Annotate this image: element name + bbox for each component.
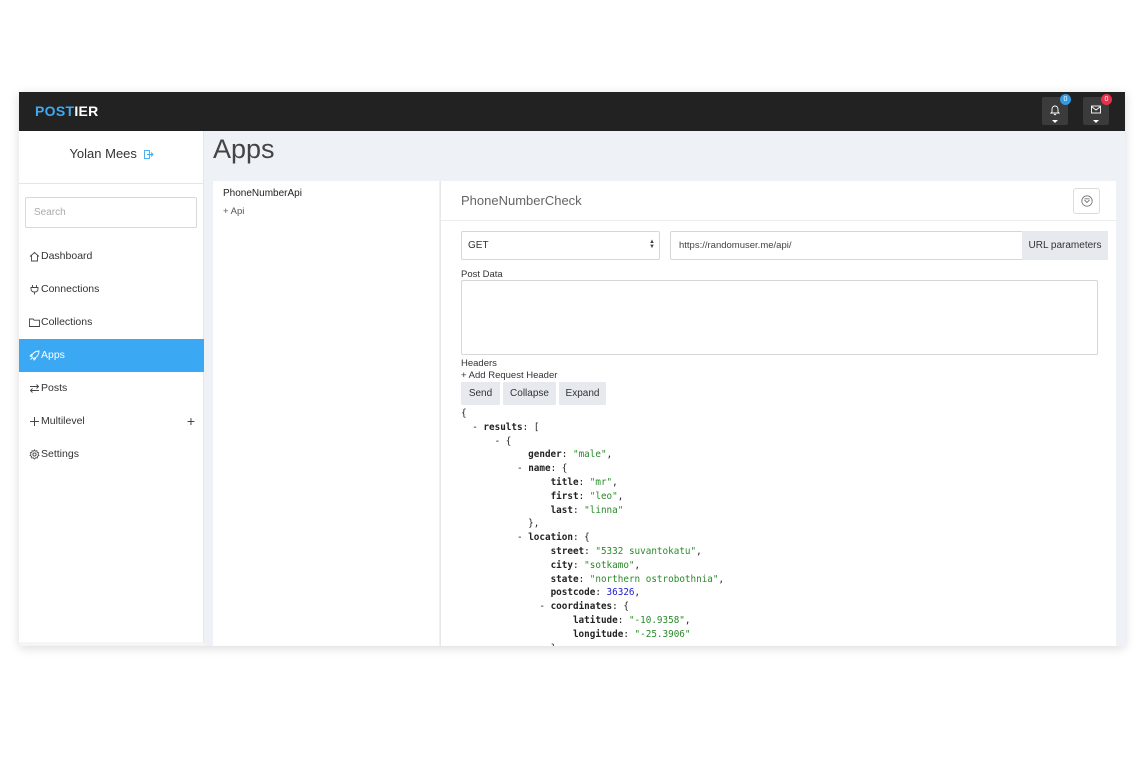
url-value: https://randomuser.me/api/ [679, 240, 792, 251]
sidebar-item-label: Dashboard [41, 250, 93, 262]
json-line: last: "linna" [550, 504, 624, 516]
divider [441, 220, 1116, 221]
json-line: city: "sotkamo", [550, 559, 641, 571]
rocket-icon [29, 350, 40, 361]
plus-icon [30, 417, 39, 426]
notifications-badge: 0 [1060, 94, 1071, 105]
sidebar-nav: Dashboard Connections Collections Apps P… [19, 240, 204, 471]
expand-plus-icon[interactable]: + [187, 405, 195, 438]
app-list-item[interactable]: PhoneNumberApi [223, 188, 302, 199]
json-line: { [461, 408, 467, 419]
caret-down-icon [1093, 120, 1099, 123]
sidebar-item-label: Posts [41, 382, 68, 394]
caret-down-icon [1052, 120, 1058, 123]
messages-button[interactable]: 0 [1083, 94, 1112, 125]
divider [19, 183, 204, 184]
json-line: }, [461, 642, 724, 646]
sidebar-item-collections[interactable]: Collections [19, 306, 204, 339]
json-line: longitude: "-25.3906" [572, 628, 691, 640]
bell-icon [1050, 105, 1060, 116]
sidebar-item-posts[interactable]: Posts [19, 372, 204, 405]
headers-label: Headers [461, 358, 497, 369]
sidebar-item-connections[interactable]: Connections [19, 273, 204, 306]
user-name: Yolan Mees [69, 146, 137, 161]
search-input[interactable] [25, 197, 197, 228]
json-line[interactable]: - { [461, 435, 724, 449]
sidebar-item-label: Collections [41, 316, 93, 328]
add-api-link[interactable]: + Api [223, 206, 244, 217]
apps-list-panel: PhoneNumberApi + Api [213, 181, 439, 646]
sidebar-scroll-hint [19, 642, 204, 646]
method-select[interactable]: GET ▲ ▼ [461, 231, 660, 260]
expand-button[interactable]: Expand [559, 382, 606, 405]
messages-badge: 0 [1101, 94, 1112, 105]
page-title: Apps [213, 134, 275, 164]
json-line: first: "leo", [550, 490, 624, 502]
logout-icon[interactable] [143, 147, 154, 162]
panel-toggle-button[interactable] [1073, 188, 1100, 214]
post-data-textarea[interactable] [461, 280, 1098, 355]
url-input[interactable]: https://randomuser.me/api/ [670, 231, 1022, 260]
json-response-viewer: { - results: [ - { gender: "male", - nam… [461, 407, 724, 646]
sidebar-item-settings[interactable]: Settings [19, 438, 204, 471]
method-value: GET [468, 240, 489, 251]
json-line[interactable]: - location: { [461, 531, 724, 545]
post-data-label: Post Data [461, 269, 503, 280]
mail-icon [1091, 105, 1101, 114]
chevron-circle-down-icon [1081, 195, 1093, 207]
json-line: latitude: "-10.9358", [572, 614, 691, 626]
home-icon [29, 251, 40, 262]
user-profile: Yolan Mees [19, 146, 204, 162]
json-line: state: "northern ostrobothnia", [550, 573, 725, 585]
app-window: POSTIER 0 0 Yolan Mees Search Dashboard … [19, 92, 1125, 646]
sidebar-item-multilevel[interactable]: Multilevel + [19, 405, 204, 438]
exchange-icon [29, 384, 40, 393]
json-line: postcode: 36326, [550, 587, 641, 599]
url-parameters-button[interactable]: URL parameters [1022, 231, 1108, 260]
collapse-button[interactable]: Collapse [503, 382, 556, 405]
send-button[interactable]: Send [461, 382, 500, 405]
sidebar-item-apps[interactable]: Apps [19, 339, 204, 372]
gear-icon [29, 449, 40, 460]
sidebar-item-label: Settings [41, 448, 79, 460]
notifications-button[interactable]: 0 [1042, 94, 1071, 125]
sidebar: Yolan Mees Dashboard Connections Collec [19, 131, 204, 646]
brand-logo[interactable]: POSTIER [35, 103, 99, 119]
sidebar-item-label: Apps [41, 349, 65, 361]
json-line: street: "5332 suvantokatu", [550, 545, 702, 557]
brand-rest: IER [74, 103, 99, 119]
json-line: gender: "male", [528, 449, 613, 461]
sidebar-item-dashboard[interactable]: Dashboard [19, 240, 204, 273]
json-line[interactable]: - coordinates: { [461, 600, 724, 614]
json-line: title: "mr", [550, 476, 618, 488]
folder-icon [29, 318, 40, 327]
brand-accent: POST [35, 103, 75, 119]
json-line[interactable]: - results: [ [461, 421, 724, 435]
top-navbar: POSTIER 0 0 [19, 92, 1125, 131]
add-request-header-link[interactable]: + Add Request Header [461, 370, 557, 381]
plug-icon [30, 285, 39, 295]
sidebar-item-label: Multilevel [41, 415, 85, 427]
api-title: PhoneNumberCheck [461, 193, 582, 208]
json-line: }, [528, 518, 540, 530]
json-line[interactable]: - name: { [461, 462, 724, 476]
select-arrows-icon: ▲ ▼ [649, 239, 655, 250]
sidebar-item-label: Connections [41, 283, 100, 295]
api-detail-panel: PhoneNumberCheck GET ▲ ▼ https://randomus… [440, 181, 1116, 646]
